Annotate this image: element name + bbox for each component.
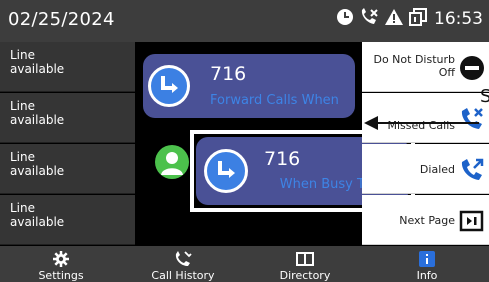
book-icon: [296, 251, 314, 271]
line-key-2[interactable]: Line available: [0, 93, 135, 143]
status-time: 16:53: [434, 9, 483, 29]
line-key-4[interactable]: Line available: [0, 195, 135, 245]
soft-key-label: Do Not Disturb Off: [373, 53, 455, 79]
missed-call-icon: [359, 8, 379, 30]
line-key-label: Line available: [10, 201, 65, 229]
bottom-tab-bar: Settings Call History Directory Info: [0, 246, 489, 282]
dialed-icon: [459, 157, 485, 187]
tab-label: Directory: [279, 269, 331, 282]
dialed-soft-key[interactable]: Dialed: [362, 144, 489, 194]
forward-status: Forward Calls When: [210, 93, 339, 108]
forward-icon: [148, 65, 190, 107]
dnd-soft-key[interactable]: Do Not Disturb Off: [362, 42, 489, 92]
copy-icon: [409, 8, 427, 30]
call-number: 716: [210, 63, 247, 85]
soft-key-label: Dialed: [419, 163, 455, 176]
forward-icon: [204, 149, 248, 193]
tab-call-history[interactable]: Call History: [122, 246, 244, 282]
avatar: [155, 145, 189, 179]
line-key-3[interactable]: Line available: [0, 144, 135, 194]
line-key-label: Line available: [10, 150, 65, 178]
callout-arrow-icon: [364, 116, 479, 130]
line-keys: Line available Line available Line avail…: [0, 42, 135, 246]
tab-label: Info: [416, 269, 438, 282]
line-key-label: Line available: [10, 99, 65, 127]
tab-settings[interactable]: Settings: [0, 246, 122, 282]
status-bar: 02/25/2024 16:53: [0, 0, 489, 42]
gear-icon: [53, 251, 69, 271]
tab-info[interactable]: Info: [366, 246, 488, 282]
status-date: 02/25/2024: [8, 9, 115, 30]
tab-label: Call History: [151, 269, 215, 282]
warning-icon: [384, 8, 404, 30]
info-icon: [419, 251, 435, 271]
next-page-icon: [459, 208, 485, 238]
next-page-soft-key[interactable]: Next Page: [362, 195, 489, 245]
callout-label: S: [480, 86, 489, 107]
line-key-label: Line available: [10, 48, 65, 76]
call-card-top[interactable]: 716 Forward Calls When: [143, 54, 355, 118]
soft-key-label: Next Page: [399, 214, 455, 227]
call-number: 716: [264, 148, 301, 170]
status-icons: 16:53: [336, 8, 483, 30]
dnd-icon: [459, 55, 485, 85]
soft-keys: Do Not Disturb Off Missed Calls Dialed N…: [362, 42, 489, 246]
tab-directory[interactable]: Directory: [244, 246, 366, 282]
dnd-circle-icon: [336, 8, 354, 30]
tab-label: Settings: [38, 269, 84, 282]
call-history-icon: [174, 251, 192, 271]
line-key-1[interactable]: Line available: [0, 42, 135, 92]
